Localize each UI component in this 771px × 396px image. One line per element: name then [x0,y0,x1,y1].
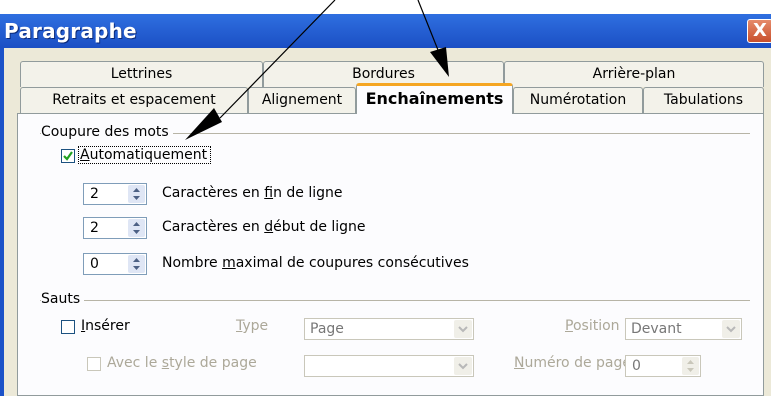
annotation-arrows [185,0,449,140]
arrow-annotation [185,0,336,140]
arrow-annotation [417,0,449,77]
